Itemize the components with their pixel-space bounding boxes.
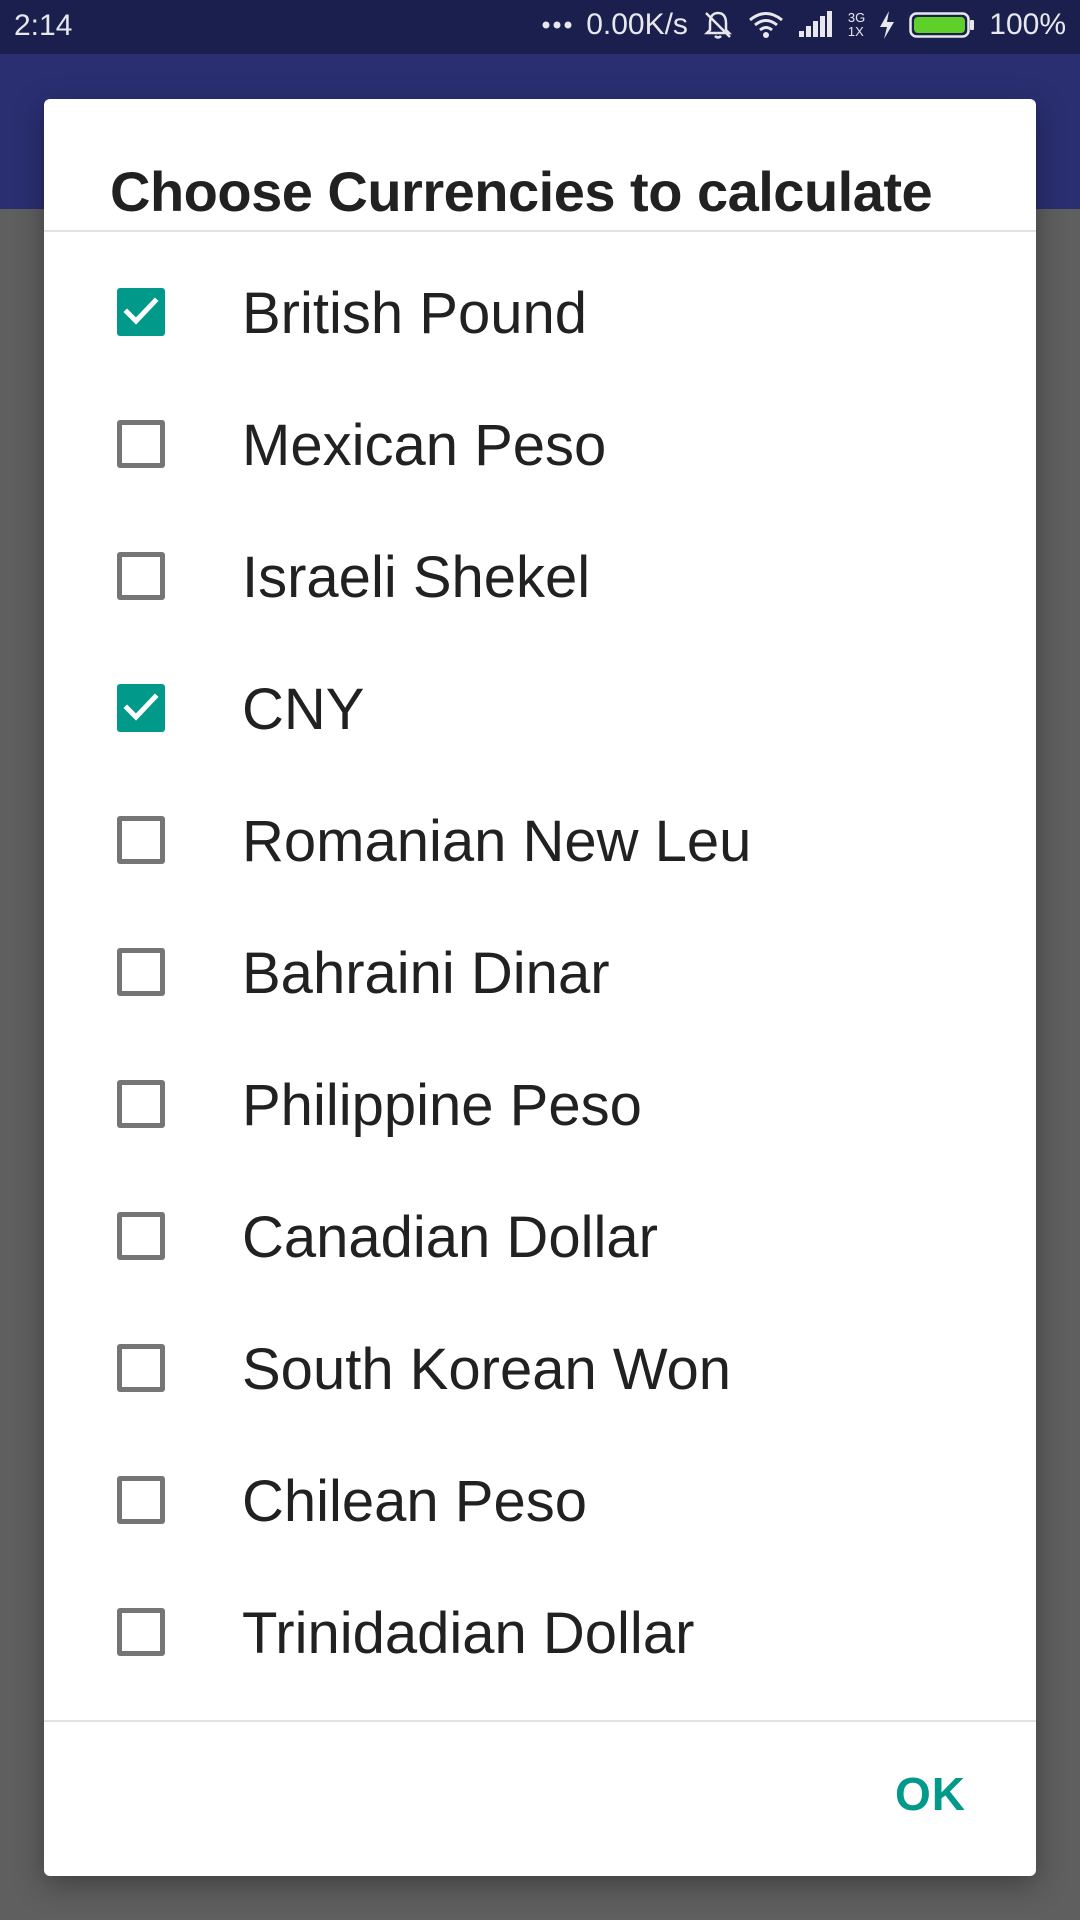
currency-label: Bahraini Dinar bbox=[242, 941, 610, 1006]
currency-label: Israeli Shekel bbox=[242, 545, 591, 610]
checkmark-icon bbox=[123, 297, 159, 325]
ok-button[interactable]: OK bbox=[895, 1767, 966, 1821]
currency-checkbox[interactable] bbox=[117, 1212, 165, 1260]
network-type-top: 3G bbox=[847, 10, 866, 25]
footer-divider bbox=[44, 1720, 1036, 1722]
net-speed: 0.00K/s bbox=[586, 8, 688, 41]
currency-checkbox[interactable] bbox=[117, 1080, 165, 1128]
battery-percent: 100% bbox=[989, 8, 1066, 41]
currency-label: Philippine Peso bbox=[242, 1073, 642, 1138]
currency-list: Singapore Dollar British Pound Mexican Pes… bbox=[44, 232, 1036, 1698]
currency-checkbox[interactable] bbox=[117, 420, 165, 468]
charging-icon bbox=[879, 11, 895, 39]
currency-checkbox[interactable] bbox=[117, 1608, 165, 1656]
currency-checkbox[interactable] bbox=[117, 1344, 165, 1392]
currency-checkbox[interactable] bbox=[117, 1476, 165, 1524]
currency-label: South Korean Won bbox=[242, 1337, 732, 1402]
currency-label: British Pound bbox=[242, 281, 587, 346]
status-time: 2:14 bbox=[14, 9, 73, 42]
currency-row[interactable]: Israeli Shekel bbox=[44, 510, 1036, 642]
currency-row[interactable]: Romanian New Leu bbox=[44, 774, 1036, 906]
currency-label: Romanian New Leu bbox=[242, 809, 752, 874]
currency-row[interactable]: Trinidadian Dollar bbox=[44, 1566, 1036, 1698]
currency-checkbox[interactable] bbox=[117, 684, 165, 732]
currency-label: Chilean Peso bbox=[242, 1469, 587, 1534]
currency-row[interactable]: South Korean Won bbox=[44, 1302, 1036, 1434]
currency-row[interactable]: Bahraini Dinar bbox=[44, 906, 1036, 1038]
currency-row[interactable]: Chilean Peso bbox=[44, 1434, 1036, 1566]
currency-row[interactable]: Canadian Dollar bbox=[44, 1170, 1036, 1302]
dialog-title: Choose Currencies to calculate bbox=[110, 160, 933, 223]
currency-row[interactable]: British Pound bbox=[44, 246, 1036, 378]
currency-label: Canadian Dollar bbox=[242, 1205, 658, 1270]
currency-label: Mexican Peso bbox=[242, 413, 607, 478]
currency-list-viewport[interactable]: Singapore Dollar British Pound Mexican Pes… bbox=[44, 232, 1036, 1820]
status-icons: 0.00K/s 3G 1X 100% bbox=[542, 8, 1066, 42]
battery-icon bbox=[909, 10, 975, 40]
currency-label: Trinidadian Dollar bbox=[242, 1601, 695, 1666]
currency-row[interactable]: CNY bbox=[44, 642, 1036, 774]
currency-row[interactable]: Mexican Peso bbox=[44, 378, 1036, 510]
currency-checkbox[interactable] bbox=[117, 288, 165, 336]
currency-checkbox[interactable] bbox=[117, 552, 165, 600]
currency-row[interactable]: Singapore Dollar bbox=[44, 232, 1036, 246]
checkmark-icon bbox=[123, 693, 159, 721]
currency-dialog: Choose Currencies to calculate Singapore… bbox=[44, 99, 1036, 1876]
currency-checkbox[interactable] bbox=[117, 816, 165, 864]
status-bar: 2:14 0.00K/s 3G 1X 100% bbox=[0, 0, 1080, 54]
currency-row[interactable]: Philippine Peso bbox=[44, 1038, 1036, 1170]
currency-label: CNY bbox=[242, 677, 365, 742]
mute-icon bbox=[702, 9, 734, 41]
network-type-bottom: 1X bbox=[847, 24, 864, 39]
wifi-icon bbox=[748, 11, 784, 39]
network-type: 3G 1X bbox=[848, 11, 865, 39]
signal-icon bbox=[798, 11, 834, 39]
currency-checkbox[interactable] bbox=[117, 948, 165, 996]
more-dots-icon bbox=[542, 20, 572, 30]
